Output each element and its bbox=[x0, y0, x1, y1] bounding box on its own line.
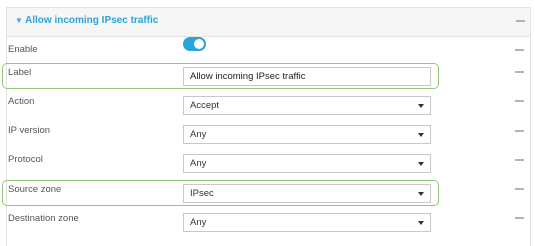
ip-version-label: IP version bbox=[8, 125, 51, 136]
more-dots-icon[interactable] bbox=[515, 49, 524, 53]
protocol-selected-value: Any bbox=[190, 158, 207, 169]
label-input[interactable]: Allow incoming IPsec traffic bbox=[183, 67, 431, 86]
source-zone-select[interactable]: IPsec bbox=[183, 184, 431, 203]
destination-zone-label: Destination zone bbox=[8, 213, 79, 224]
more-dots-icon[interactable] bbox=[516, 20, 525, 24]
panel-header[interactable]: ▼ Allow incoming IPsec traffic bbox=[7, 8, 530, 37]
action-label: Action bbox=[8, 96, 35, 107]
enable-toggle[interactable] bbox=[183, 37, 206, 51]
destination-zone-select[interactable]: Any bbox=[183, 213, 431, 232]
ip-version-select[interactable]: Any bbox=[183, 125, 431, 144]
destination-zone-selected-value: Any bbox=[190, 217, 207, 228]
panel-title[interactable]: Allow incoming IPsec traffic bbox=[25, 15, 158, 27]
source-zone-selected-value: IPsec bbox=[190, 188, 214, 199]
label-label: Label bbox=[8, 67, 32, 78]
action-selected-value: Accept bbox=[190, 100, 220, 111]
more-dots-icon[interactable] bbox=[515, 188, 524, 192]
toggle-knob bbox=[194, 39, 204, 49]
more-dots-icon[interactable] bbox=[515, 159, 524, 163]
action-select[interactable]: Accept bbox=[183, 96, 431, 115]
caret-down-icon bbox=[418, 104, 424, 108]
collapse-triangle-icon[interactable]: ▼ bbox=[15, 16, 23, 26]
more-dots-icon[interactable] bbox=[515, 217, 524, 221]
protocol-label: Protocol bbox=[8, 154, 43, 165]
caret-down-icon bbox=[418, 221, 424, 225]
more-dots-icon[interactable] bbox=[515, 71, 524, 75]
enable-label: Enable bbox=[8, 44, 38, 55]
caret-down-icon bbox=[418, 133, 424, 137]
source-zone-label: Source zone bbox=[8, 184, 62, 195]
protocol-select[interactable]: Any bbox=[183, 154, 431, 173]
caret-down-icon bbox=[418, 162, 424, 166]
caret-down-icon bbox=[418, 192, 424, 196]
more-dots-icon[interactable] bbox=[515, 130, 524, 134]
more-dots-icon[interactable] bbox=[515, 100, 524, 104]
ip-version-selected-value: Any bbox=[190, 129, 207, 140]
